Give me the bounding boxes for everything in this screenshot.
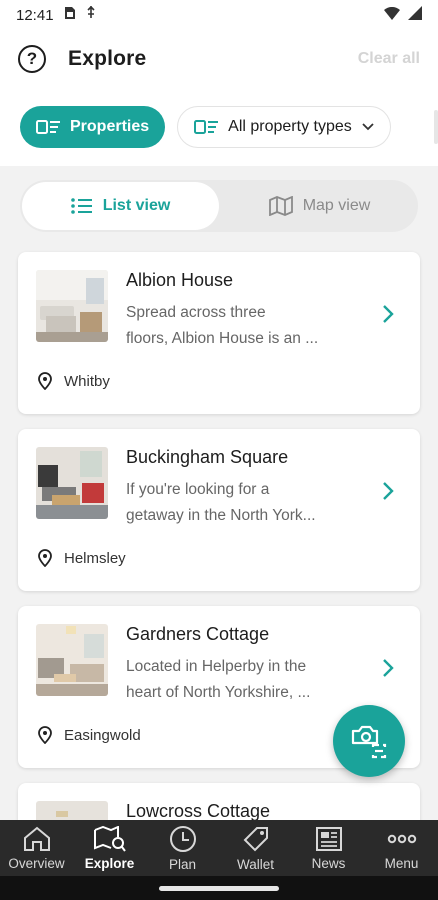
nav-label: Overview: [8, 855, 65, 871]
location-label: Helmsley: [64, 549, 126, 567]
nav-explore[interactable]: Explore: [73, 820, 146, 876]
status-time: 12:41: [16, 6, 54, 24]
sim-card-icon: [64, 6, 76, 24]
property-photo: [36, 270, 108, 342]
description-line: Located in Helperby in the: [126, 658, 307, 675]
property-location: Easingwold: [38, 726, 141, 744]
nav-news[interactable]: News: [292, 820, 365, 876]
nav-plan[interactable]: Plan: [146, 820, 219, 876]
property-card[interactable]: Albion House Spread across three floors,…: [18, 252, 420, 414]
property-name: Lowcross Cottage: [126, 801, 271, 821]
property-location: Whitby: [38, 372, 110, 390]
description-line: getaway in the North York...: [126, 507, 316, 524]
usb-icon: [86, 5, 96, 24]
bottom-navigation: Overview Explore Plan Wallet News Menu: [0, 820, 438, 876]
property-photo: [36, 447, 108, 519]
filter-bar: Properties All property types: [0, 88, 438, 166]
header: ? Explore Clear all: [0, 30, 438, 88]
home-gesture-pill[interactable]: [159, 885, 279, 891]
property-types-label: All property types: [228, 118, 352, 135]
property-filter-icon: [36, 120, 60, 134]
map-icon: [268, 196, 293, 216]
chevron-right-icon[interactable]: [382, 304, 394, 324]
list-icon: [70, 198, 92, 214]
camera-scan-icon: [351, 725, 387, 759]
description-line: If you're looking for a: [126, 481, 270, 498]
properties-filter-chip[interactable]: Properties: [20, 106, 166, 148]
property-type-icon: [194, 120, 219, 134]
help-icon[interactable]: ?: [18, 45, 46, 73]
property-card[interactable]: Buckingham Square If you're looking for …: [18, 429, 420, 591]
wifi-icon: [384, 6, 400, 24]
nav-overview[interactable]: Overview: [0, 820, 73, 876]
property-name: Gardners Cottage: [126, 624, 270, 644]
properties-filter-label: Properties: [70, 118, 150, 135]
more-icon: [387, 834, 416, 843]
status-bar: 12:41: [0, 0, 438, 30]
chevron-right-icon[interactable]: [382, 658, 394, 678]
property-description: Spread across three floors, Albion House…: [126, 300, 356, 352]
nav-label: Wallet: [236, 856, 274, 872]
nav-menu[interactable]: Menu: [365, 820, 438, 876]
property-photo: [36, 624, 108, 696]
tag-icon: [243, 826, 268, 851]
map-view-label: Map view: [302, 197, 371, 214]
property-description: Located in Helperby in the heart of Nort…: [126, 654, 356, 706]
property-name: Buckingham Square: [126, 447, 289, 467]
map-search-icon: [93, 825, 126, 852]
description-line: heart of North Yorkshire, ...: [126, 684, 311, 701]
property-name: Albion House: [126, 270, 234, 290]
scan-camera-button[interactable]: [333, 705, 405, 777]
map-view-tab[interactable]: Map view: [221, 180, 418, 232]
newspaper-icon: [315, 826, 342, 851]
location-pin-icon: [38, 726, 52, 744]
clear-all-button[interactable]: Clear all: [358, 50, 420, 68]
location-pin-icon: [38, 549, 52, 567]
clock-icon: [169, 825, 196, 852]
description-line: Spread across three: [126, 304, 266, 321]
nav-wallet[interactable]: Wallet: [219, 820, 292, 876]
property-location: Helmsley: [38, 549, 126, 567]
description-line: floors, Albion House is an ...: [126, 330, 319, 347]
view-toggle: List view Map view: [20, 180, 418, 232]
chevron-right-icon[interactable]: [382, 481, 394, 501]
property-types-dropdown[interactable]: All property types: [177, 106, 391, 148]
list-view-tab[interactable]: List view: [22, 182, 219, 230]
chevron-down-icon: [362, 123, 374, 131]
nav-label: Plan: [168, 856, 197, 872]
location-label: Whitby: [64, 372, 110, 390]
nav-label: News: [311, 855, 346, 871]
property-description: If you're looking for a getaway in the N…: [126, 477, 356, 529]
scroll-edge-indicator: [434, 110, 438, 144]
list-view-label: List view: [102, 197, 171, 214]
nav-label: Menu: [384, 855, 419, 871]
home-icon: [23, 826, 50, 851]
location-pin-icon: [38, 372, 52, 390]
signal-icon: [408, 6, 422, 24]
nav-label: Explore: [84, 855, 135, 871]
location-label: Easingwold: [64, 726, 141, 744]
system-navigation-bar: [0, 876, 438, 900]
page-title: Explore: [68, 47, 147, 70]
